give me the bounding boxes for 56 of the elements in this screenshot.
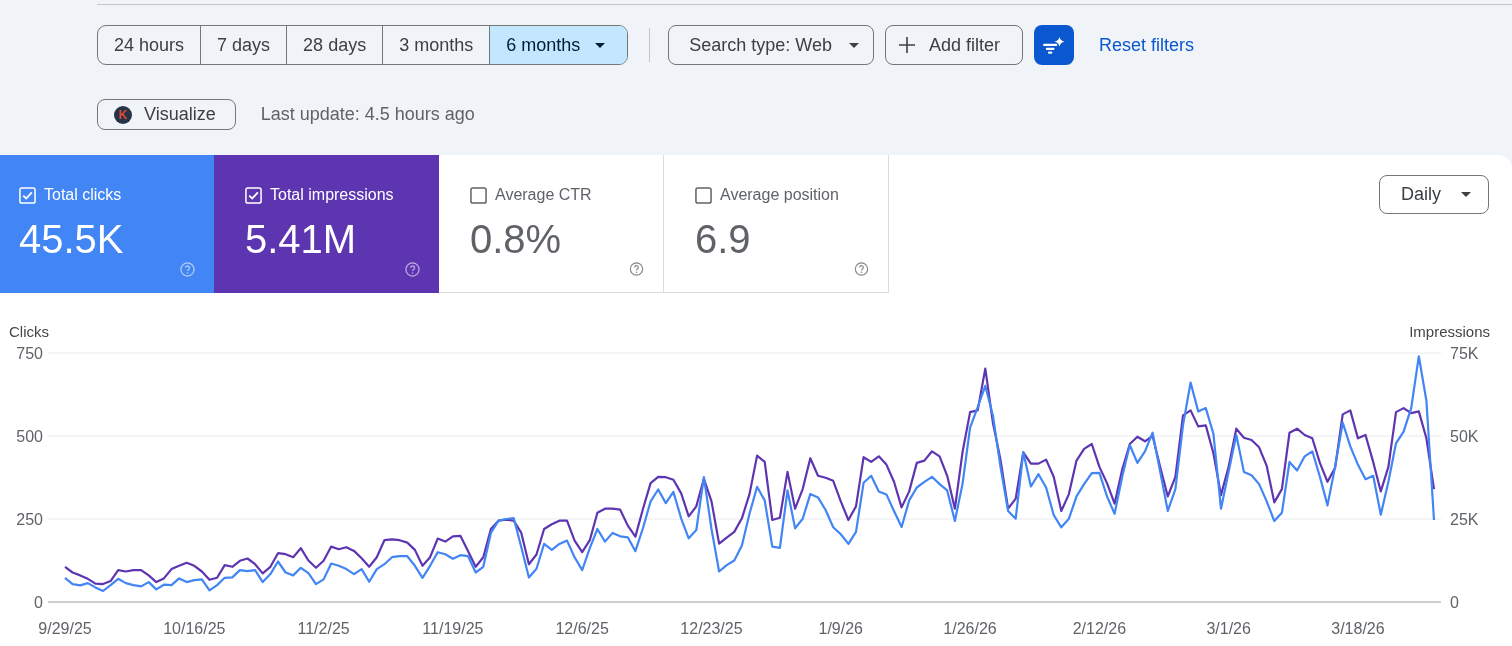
axis-tick-label: 11/2/25 <box>297 620 350 637</box>
axis-tick-label: 11/19/25 <box>422 620 484 637</box>
axis-tick-label: 500 <box>16 427 43 445</box>
metric-value: 45.5K <box>19 216 125 262</box>
metric-card[interactable]: Total impressions 5.41M <box>214 155 439 293</box>
metric-label: Average position <box>720 186 839 204</box>
filter-sparkle-icon <box>1043 35 1066 55</box>
help-icon[interactable] <box>627 262 646 276</box>
help-icon[interactable] <box>178 262 197 277</box>
metric-label: Total clicks <box>44 186 122 204</box>
axis-tick-label: 10/16/25 <box>163 620 226 637</box>
help-icon[interactable] <box>403 262 422 277</box>
caret-icon <box>595 42 606 48</box>
metric-value: 6.9 <box>695 216 752 262</box>
date-range-tab[interactable]: 28 days <box>286 26 383 64</box>
axis-tick-label: 75K <box>1450 344 1479 362</box>
axis-tick-label: 50K <box>1450 427 1479 445</box>
date-range-tab[interactable]: 24 hours <box>98 26 201 64</box>
date-range-tab[interactable]: 6 months <box>489 26 628 64</box>
axis-tick-label: 750 <box>16 344 43 362</box>
metric-card[interactable]: Total clicks 45.5K <box>0 155 214 293</box>
logo-icon: K <box>114 105 132 124</box>
axis-tick-label: 25K <box>1450 510 1479 528</box>
axis-tick-label: 2/12/26 <box>1072 620 1127 637</box>
caret-icon <box>849 42 859 48</box>
metric-value: 0.8% <box>470 216 563 262</box>
search-type-dropdown[interactable]: Search type: Web <box>668 25 874 65</box>
date-range-tab[interactable]: 7 days <box>200 26 287 64</box>
smart-filter-button[interactable] <box>1034 25 1075 65</box>
axis-tick-label: 0 <box>34 593 43 611</box>
checkbox[interactable] <box>470 186 487 204</box>
metric-card[interactable]: Average CTR 0.8% <box>439 155 664 293</box>
last-update-text: Last update: 4.5 hours ago <box>260 104 475 125</box>
axis-tick-label: 1/9/26 <box>818 620 863 637</box>
axis-tick-label: 0 <box>1450 593 1459 611</box>
visualize-button[interactable]: K Visualize <box>97 99 236 130</box>
axis-tick-label: 250 <box>16 510 43 528</box>
plus-icon <box>899 37 915 53</box>
metric-value: 5.41M <box>245 216 358 262</box>
axis-title: Clicks <box>9 323 49 340</box>
help-icon[interactable] <box>852 262 871 276</box>
axis-tick-label: 1/26/26 <box>943 620 997 637</box>
axis-tick-label: 12/6/25 <box>555 620 609 637</box>
metric-label: Total impressions <box>270 186 394 204</box>
axis-title: Impressions <box>1409 323 1490 340</box>
granularity-dropdown[interactable]: Daily <box>1379 175 1489 214</box>
metric-label: Average CTR <box>495 186 592 204</box>
metric-card[interactable]: Average position 6.9 <box>664 155 889 293</box>
caret-icon <box>1461 192 1471 197</box>
add-filter-button[interactable]: Add filter <box>885 25 1024 65</box>
axis-tick-label: 3/18/26 <box>1331 620 1385 637</box>
axis-tick-label: 12/23/25 <box>680 620 743 637</box>
axis-tick-label: 3/1/26 <box>1206 620 1251 637</box>
checkbox[interactable] <box>695 186 712 204</box>
reset-filters-link[interactable]: Reset filters <box>1099 34 1195 56</box>
axis-tick-label: 9/29/25 <box>38 620 92 637</box>
